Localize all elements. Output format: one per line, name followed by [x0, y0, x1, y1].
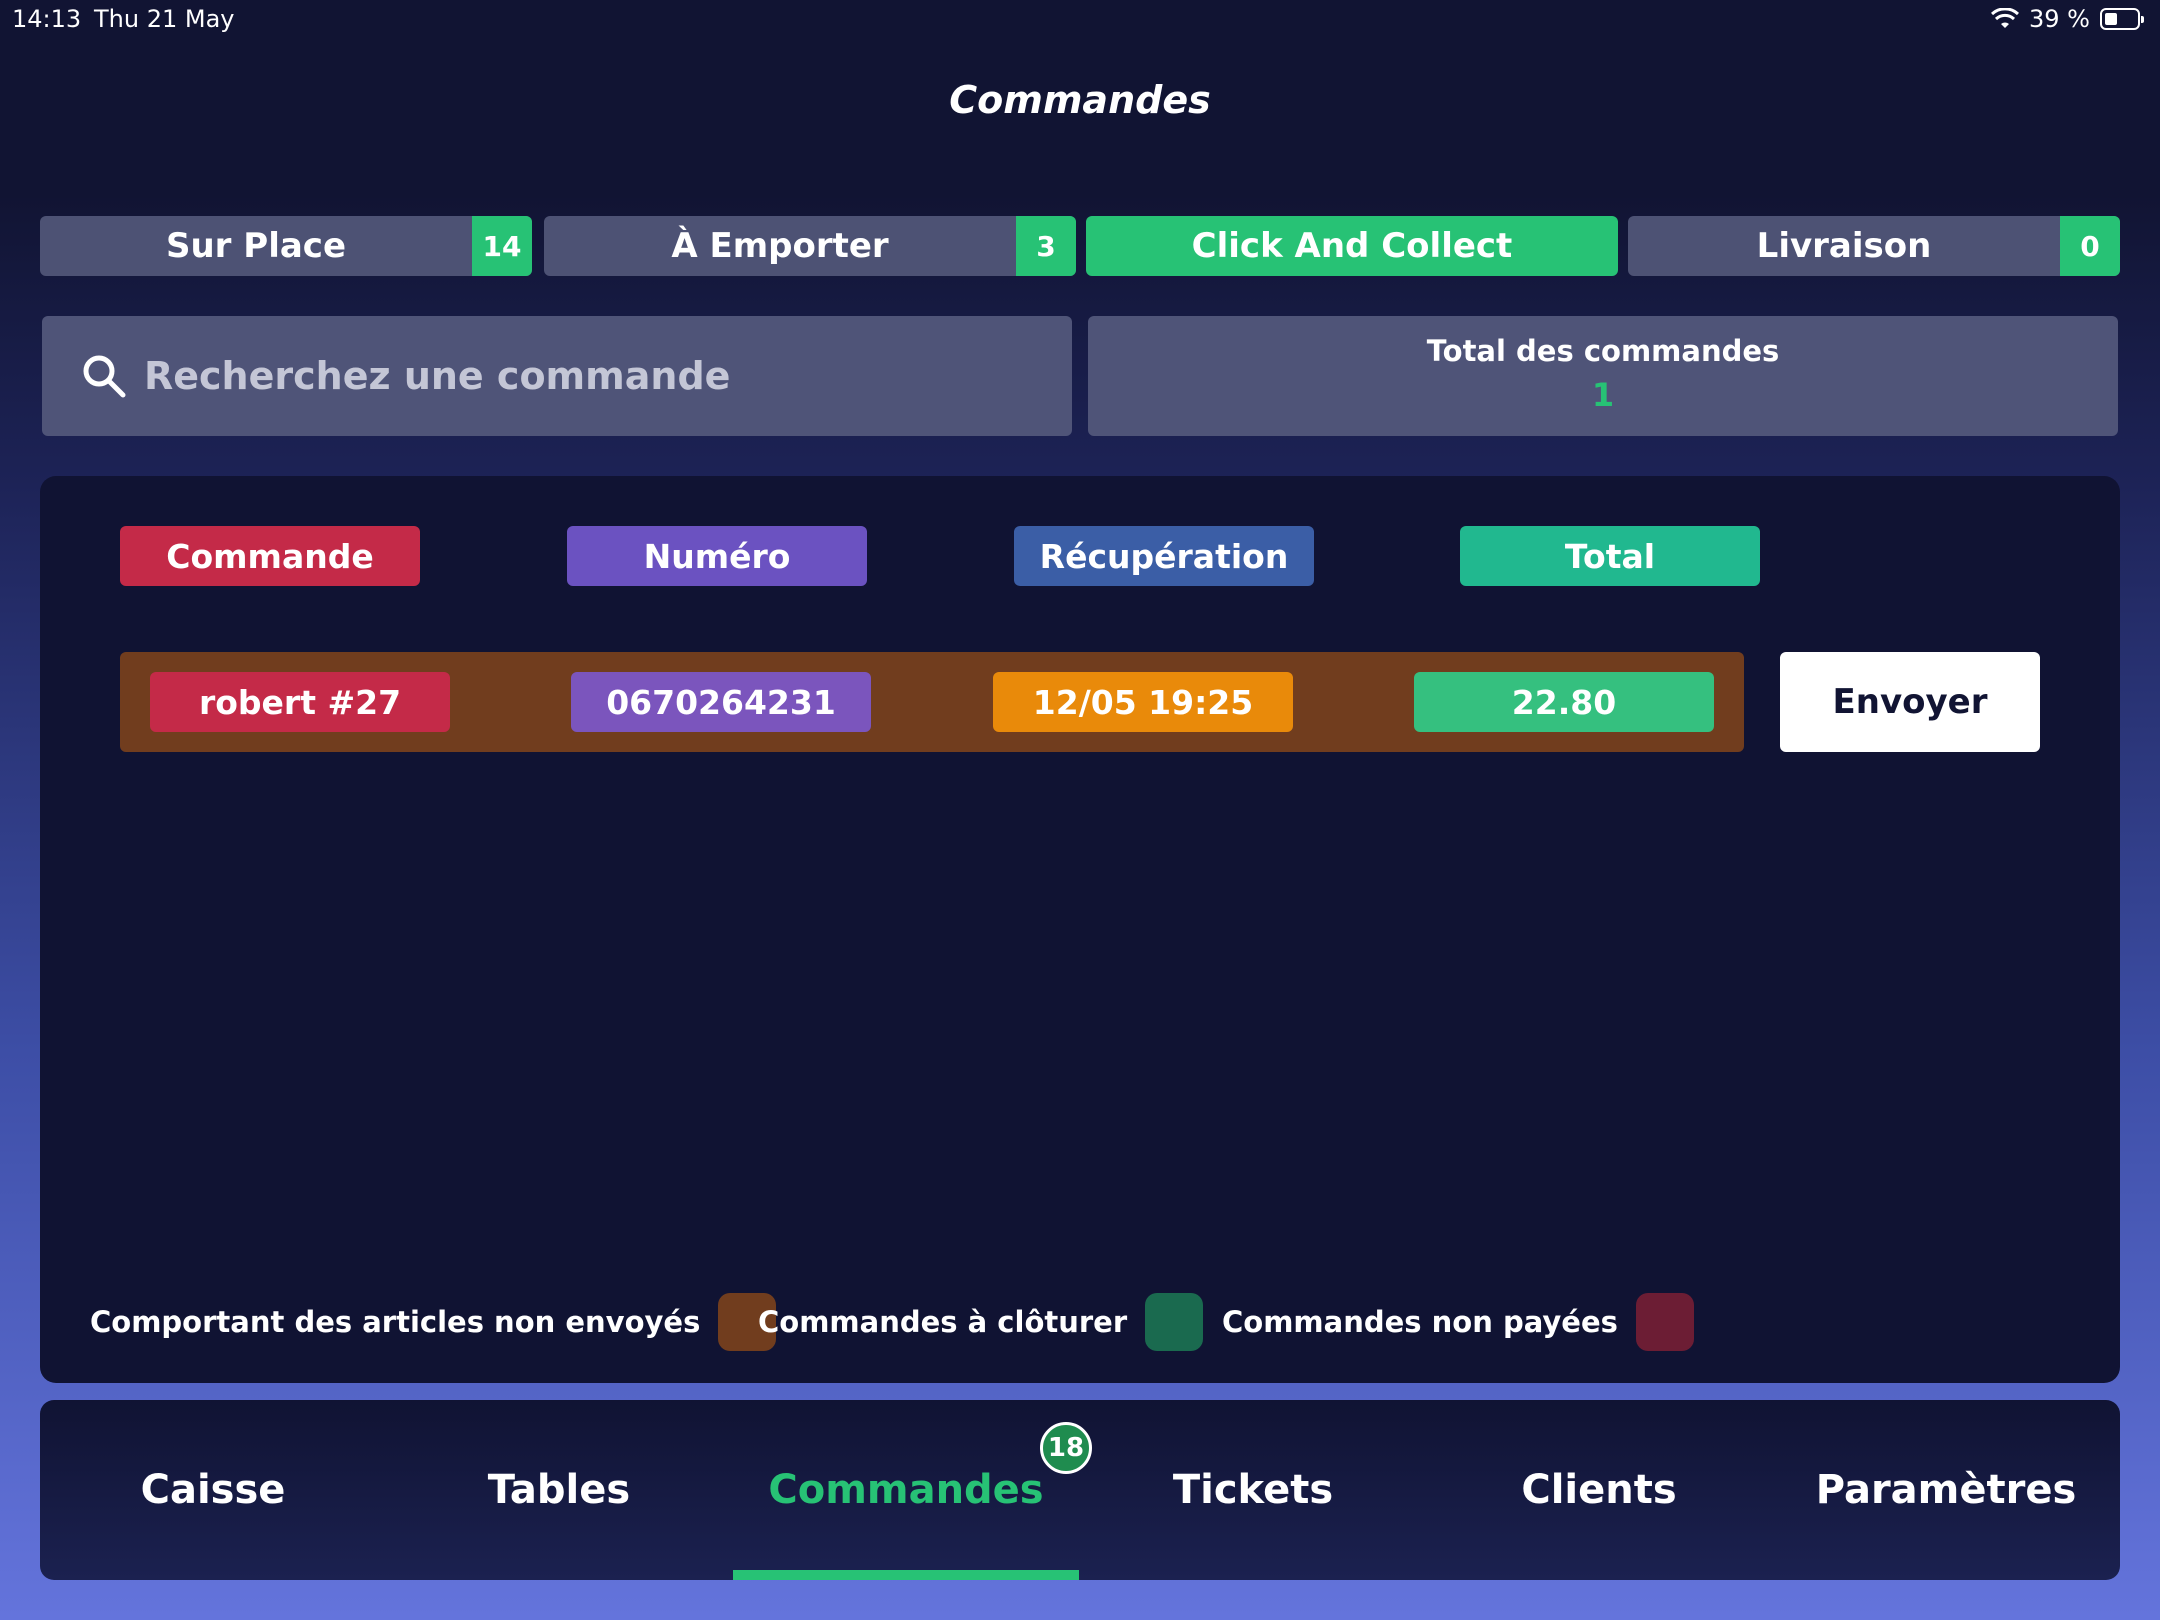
legend-label: Commandes non payées: [1222, 1305, 1618, 1339]
column-header-total[interactable]: Total: [1460, 526, 1760, 586]
table-row[interactable]: robert #27 0670264231 12/05 19:25 22.80: [120, 652, 1744, 752]
status-right: 39 %: [1991, 5, 2144, 33]
cell-total: 22.80: [1414, 672, 1714, 732]
tab-a-emporter[interactable]: À Emporter 3: [544, 216, 1076, 276]
legend-item-unsent: Comportant des articles non envoyés: [90, 1292, 777, 1352]
nav-item-tickets[interactable]: Tickets: [1080, 1400, 1426, 1580]
cell-commande: robert #27: [150, 672, 450, 732]
tab-count-badge: 14: [472, 216, 532, 276]
tab-click-and-collect[interactable]: Click And Collect: [1086, 216, 1618, 276]
tab-label: Livraison: [1756, 226, 1932, 266]
tab-label: Sur Place: [165, 226, 347, 266]
column-header-commande[interactable]: Commande: [120, 526, 420, 586]
orders-total-box: Total des commandes 1: [1088, 316, 2118, 436]
search-icon: [83, 355, 126, 398]
legend: Comportant des articles non envoyés Comm…: [90, 1292, 2090, 1352]
legend-label: Comportant des articles non envoyés: [90, 1305, 701, 1339]
tab-count-badge: 3: [1016, 216, 1076, 276]
header: Commandes: [0, 40, 2160, 198]
commandes-count-badge: 18: [1040, 1422, 1092, 1474]
status-date: Thu 21 May: [94, 5, 235, 33]
bottom-nav: Caisse Tables Commandes Tickets Clients …: [40, 1400, 2120, 1580]
legend-item-to-close: Commandes à clôturer: [758, 1292, 1204, 1352]
tab-count-badge: 0: [2060, 216, 2120, 276]
nav-item-caisse[interactable]: Caisse: [40, 1400, 386, 1580]
tab-label: Click And Collect: [1191, 226, 1513, 266]
legend-item-unpaid: Commandes non payées: [1222, 1292, 1694, 1352]
tab-livraison[interactable]: Livraison 0: [1628, 216, 2120, 276]
nav-item-clients[interactable]: Clients: [1426, 1400, 1772, 1580]
search-input[interactable]: Recherchez une commande: [42, 316, 1072, 436]
wifi-icon: [1991, 8, 2020, 28]
send-button[interactable]: Envoyer: [1780, 652, 2040, 752]
battery-icon: [2100, 8, 2144, 30]
cell-recuperation: 12/05 19:25: [993, 672, 1293, 732]
order-type-tabs: Sur Place 14 À Emporter 3 Click And Coll…: [40, 216, 2120, 276]
column-header-recuperation[interactable]: Récupération: [1014, 526, 1314, 586]
nav-item-commandes[interactable]: Commandes: [733, 1400, 1079, 1580]
tab-label: À Emporter: [671, 226, 889, 266]
page-title: Commandes: [949, 78, 1211, 122]
status-time: 14:13: [12, 5, 82, 33]
legend-swatch-green: [1145, 1293, 1204, 1351]
orders-total-label: Total des commandes: [1426, 334, 1780, 368]
orders-total-value: 1: [1591, 376, 1615, 414]
nav-item-tables[interactable]: Tables: [386, 1400, 732, 1580]
legend-label: Commandes à clôturer: [758, 1305, 1128, 1339]
column-header-numero[interactable]: Numéro: [567, 526, 867, 586]
status-bar: 14:13 Thu 21 May 39 %: [0, 0, 2160, 40]
cell-numero: 0670264231: [571, 672, 871, 732]
battery-percent: 39 %: [2029, 5, 2090, 33]
nav-item-parametres[interactable]: Paramètres: [1773, 1400, 2119, 1580]
tab-sur-place[interactable]: Sur Place 14: [40, 216, 532, 276]
orders-panel: Commande Numéro Récupération Total rober…: [40, 476, 2120, 1383]
legend-swatch-red: [1635, 1293, 1694, 1351]
search-placeholder: Recherchez une commande: [144, 354, 731, 398]
active-tab-indicator: [733, 1570, 1079, 1580]
